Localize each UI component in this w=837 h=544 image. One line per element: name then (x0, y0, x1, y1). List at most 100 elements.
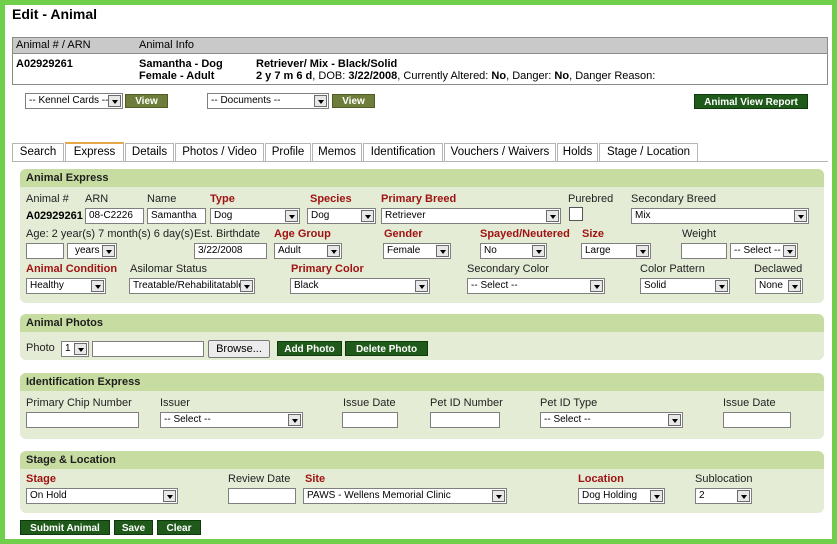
info-animal-id: A02929261 (16, 58, 73, 70)
primary-chip-input[interactable] (26, 412, 139, 428)
chevron-down-icon (415, 280, 428, 292)
label-type: Type (210, 193, 235, 205)
age-value-input[interactable] (26, 243, 64, 259)
label-animal-no: Animal # (26, 193, 69, 205)
label-color-pattern: Color Pattern (640, 263, 705, 275)
label-primary-breed: Primary Breed (381, 193, 457, 205)
tab-divider (12, 161, 828, 162)
location-select[interactable]: Dog Holding (578, 488, 665, 504)
label-primary-chip: Primary Chip Number (26, 397, 132, 409)
animal-view-report-button[interactable]: Animal View Report (694, 94, 808, 109)
secondary-breed-select[interactable]: Mix (631, 208, 809, 224)
identification-express-section: Identification Express Primary Chip Numb… (20, 373, 824, 439)
chevron-down-icon (327, 245, 340, 257)
delete-photo-button[interactable]: Delete Photo (345, 341, 428, 356)
tab-profile[interactable]: Profile (265, 143, 311, 161)
issuer-select[interactable]: -- Select -- (160, 412, 303, 428)
issue-date-input[interactable] (342, 412, 398, 428)
spayed-neutered-select[interactable]: No (480, 243, 547, 259)
declawed-select[interactable]: None (755, 278, 803, 294)
chevron-down-icon (314, 95, 327, 107)
documents-view-button[interactable]: View (332, 94, 375, 108)
stage-location-heading: Stage & Location (20, 451, 824, 469)
animal-express-heading: Animal Express (20, 169, 824, 187)
primary-breed-select[interactable]: Retriever (381, 208, 561, 224)
tab-details[interactable]: Details (125, 143, 174, 161)
asilomar-status-select[interactable]: Treatable/Rehabilitatable (129, 278, 255, 294)
color-pattern-select[interactable]: Solid (640, 278, 730, 294)
chevron-down-icon (715, 280, 728, 292)
name-input[interactable]: Samantha (147, 208, 206, 224)
tab-memos[interactable]: Memos (312, 143, 362, 161)
animal-condition-select[interactable]: Healthy (26, 278, 106, 294)
sublocation-select[interactable]: 2 (695, 488, 752, 504)
purebred-checkbox[interactable] (569, 207, 583, 221)
browse-button[interactable]: Browse... (208, 340, 270, 358)
stage-select[interactable]: On Hold (26, 488, 178, 504)
arn-input[interactable]: 08-C2226 (85, 208, 144, 224)
tab-photos-video[interactable]: Photos / Video (175, 143, 264, 161)
label-est-birthdate: Est. Birthdate (194, 228, 261, 240)
label-gender: Gender (384, 228, 423, 240)
chevron-down-icon (590, 280, 603, 292)
documents-select[interactable]: -- Documents -- (207, 93, 329, 109)
stage-location-section: Stage & Location Stage Review Date Site … (20, 451, 824, 513)
label-site: Site (305, 473, 326, 485)
age-group-select[interactable]: Adult (274, 243, 342, 259)
label-size: Size (582, 228, 605, 240)
pet-id-number-input[interactable] (430, 412, 500, 428)
weight-input[interactable] (681, 243, 727, 259)
photo-file-input[interactable] (92, 341, 204, 357)
save-button[interactable]: Save (114, 520, 153, 535)
animal-info-box: Animal # / ARN Animal Info A02929261 Sam… (12, 37, 828, 85)
info-name-species: Samantha - Dog (139, 58, 223, 70)
label-declawed: Declawed (754, 263, 803, 275)
info-age-line: 2 y 7 m 6 d, DOB: 3/22/2008, Currently A… (256, 70, 656, 82)
species-select[interactable]: Dog (307, 208, 376, 224)
age-unit-select[interactable]: years (67, 243, 117, 259)
label-species: Species (310, 193, 352, 205)
animal-number-value: A02929261 (26, 210, 83, 222)
label-animal-condition: Animal Condition (26, 263, 118, 275)
photo-number-select[interactable]: 1 (61, 341, 89, 357)
clear-button[interactable]: Clear (157, 520, 201, 535)
info-header-id: Animal # / ARN (16, 39, 91, 51)
primary-color-select[interactable]: Black (290, 278, 430, 294)
label-pet-id-type: Pet ID Type (540, 397, 598, 409)
chevron-down-icon (650, 490, 663, 502)
weight-unit-select[interactable]: -- Select -- (730, 243, 798, 259)
tab-search[interactable]: Search (12, 143, 64, 161)
est-birthdate-input[interactable]: 3/22/2008 (194, 243, 267, 259)
label-sublocation: Sublocation (695, 473, 753, 485)
kennel-view-button[interactable]: View (125, 94, 168, 108)
secondary-color-select[interactable]: -- Select -- (467, 278, 605, 294)
label-secondary-color: Secondary Color (467, 263, 549, 275)
issue-date-2-input[interactable] (723, 412, 791, 428)
pet-id-type-select[interactable]: -- Select -- (540, 412, 683, 428)
chevron-down-icon (794, 210, 807, 222)
chevron-down-icon (285, 210, 298, 222)
tab-stage-location[interactable]: Stage / Location (599, 143, 698, 161)
info-sex-age: Female - Adult (139, 70, 215, 82)
site-select[interactable]: PAWS - Wellens Memorial Clinic (303, 488, 507, 504)
type-select[interactable]: Dog (210, 208, 300, 224)
review-date-input[interactable] (228, 488, 296, 504)
label-pet-id-number: Pet ID Number (430, 397, 503, 409)
tab-express[interactable]: Express (65, 142, 124, 161)
tab-identification[interactable]: Identification (363, 143, 443, 161)
chevron-down-icon (74, 343, 87, 355)
chevron-down-icon (492, 490, 505, 502)
tab-holds[interactable]: Holds (557, 143, 598, 161)
submit-animal-button[interactable]: Submit Animal (20, 520, 110, 535)
label-secondary-breed: Secondary Breed (631, 193, 716, 205)
label-weight: Weight (682, 228, 717, 240)
label-spayed-neutered: Spayed/Neutered (480, 228, 570, 240)
chevron-down-icon (436, 245, 449, 257)
size-select[interactable]: Large (581, 243, 651, 259)
kennel-cards-select[interactable]: -- Kennel Cards -- (25, 93, 123, 109)
add-photo-button[interactable]: Add Photo (277, 341, 342, 356)
tab-vouchers-waivers[interactable]: Vouchers / Waivers (444, 143, 556, 161)
gender-select[interactable]: Female (383, 243, 451, 259)
label-primary-color: Primary Color (291, 263, 364, 275)
chevron-down-icon (737, 490, 750, 502)
